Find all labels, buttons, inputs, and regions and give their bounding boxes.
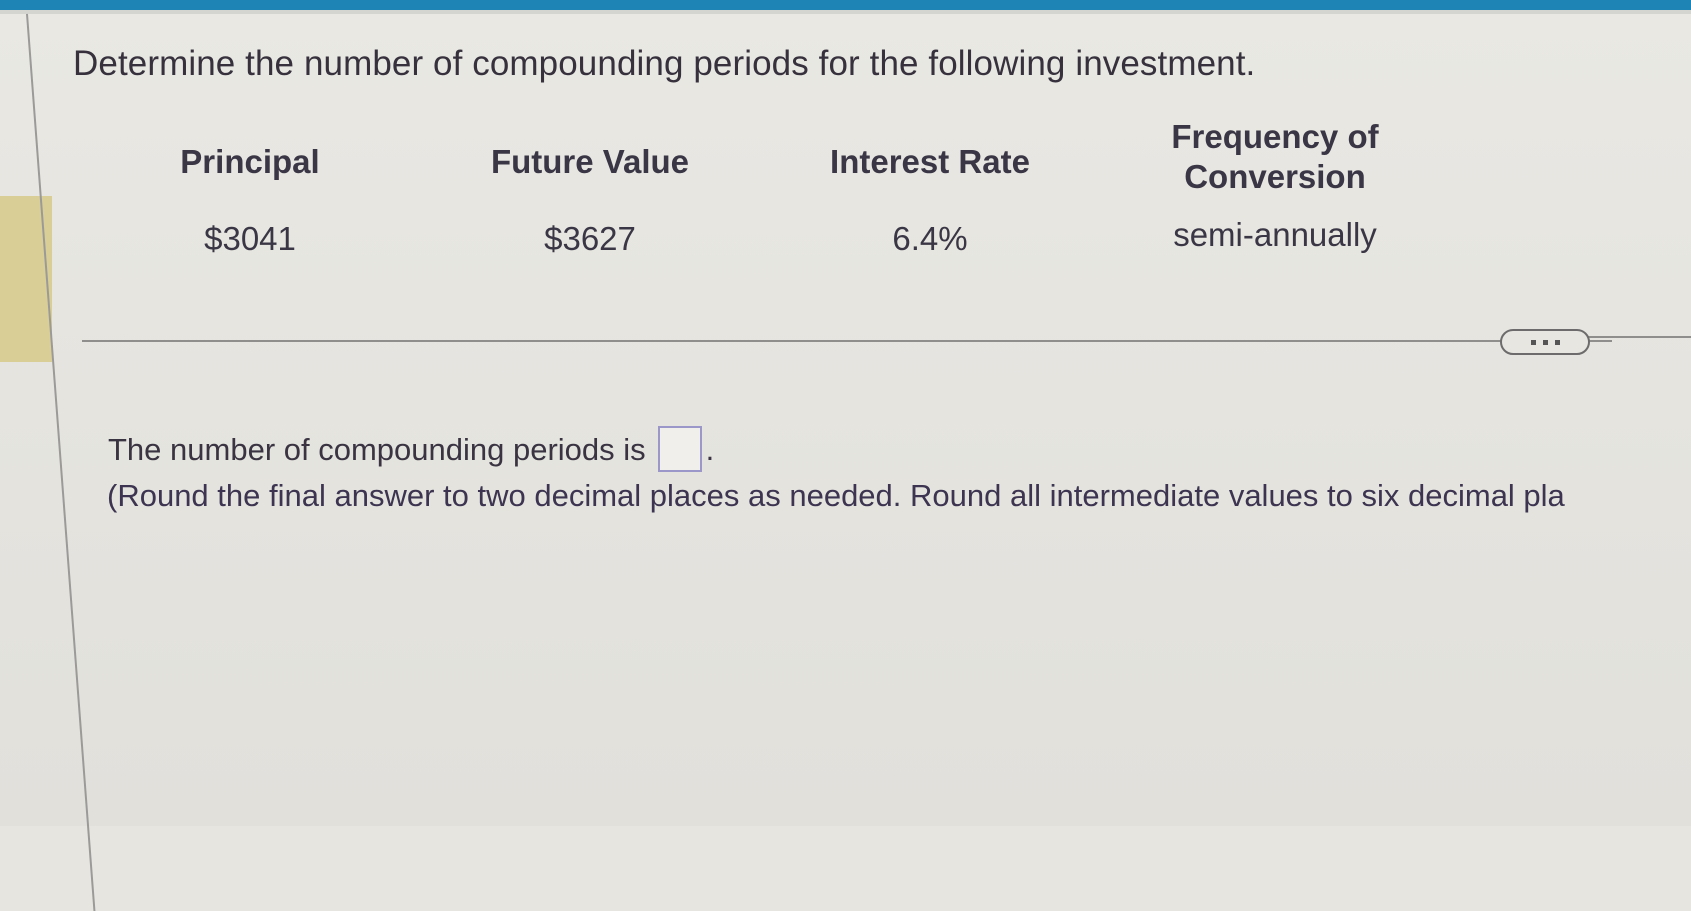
side-highlight-tab <box>0 196 52 362</box>
section-divider <box>82 340 1612 342</box>
ellipsis-icon <box>1530 339 1536 345</box>
cell-interest-rate: 6.4% <box>892 220 968 257</box>
top-bar <box>0 0 1691 10</box>
answer-input[interactable] <box>657 426 702 472</box>
header-interest-rate: Interest Rate <box>830 143 1030 180</box>
header-frequency-line2: Conversion <box>1184 158 1366 195</box>
header-future-value: Future Value <box>490 143 690 180</box>
cell-principal: $3041 <box>204 220 296 257</box>
more-options-button[interactable] <box>1500 329 1590 355</box>
ellipsis-icon <box>1542 339 1548 345</box>
cell-future-value: $3627 <box>544 220 636 257</box>
cell-frequency: semi-annually <box>1173 216 1377 253</box>
answer-line: The number of compounding periods is. <box>108 426 714 472</box>
question-prompt: Determine the number of compounding peri… <box>73 44 1256 83</box>
header-principal: Principal <box>180 143 320 180</box>
ellipsis-icon <box>1554 339 1560 345</box>
answer-period: . <box>705 432 715 467</box>
header-frequency: Frequency of Conversion <box>1150 117 1400 197</box>
question-page <box>0 14 1691 826</box>
answer-text: The number of compounding periods is <box>108 432 646 467</box>
section-divider-right <box>1588 336 1691 338</box>
header-frequency-line1: Frequency of <box>1171 118 1379 155</box>
rounding-note: (Round the final answer to two decimal p… <box>107 478 1565 513</box>
